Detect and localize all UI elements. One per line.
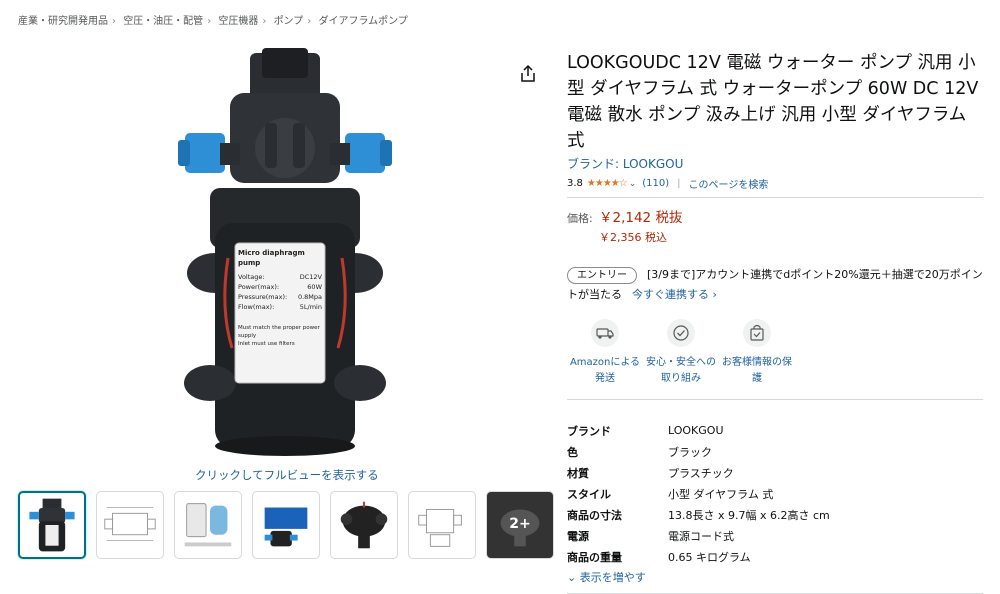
- spec-value: LOOKGOU: [668, 424, 724, 437]
- spec-value: 0.65 キログラム: [668, 550, 751, 564]
- label-pressure-val: 0.8Mpa: [297, 293, 322, 301]
- divider: [567, 399, 983, 400]
- label-title: Micro diaphragm pump: [238, 249, 305, 267]
- spec-row: 商品の重量 0.65 キログラム: [567, 546, 983, 567]
- spec-key: 材質: [567, 466, 589, 480]
- review-count-link[interactable]: (110): [642, 178, 669, 189]
- spec-value: ブラック: [668, 445, 712, 459]
- feature-label: Amazonによる発送: [569, 357, 641, 384]
- breadcrumb-item[interactable]: ポンプ: [274, 16, 304, 27]
- show-more-link[interactable]: ⌄ 表示を増やす: [567, 569, 983, 585]
- promo-link[interactable]: 今すぐ連携する ›: [632, 288, 717, 301]
- spec-key: 電源: [567, 529, 589, 543]
- price-value: ￥2,142 税抜: [599, 210, 683, 226]
- thumbnail-3[interactable]: [174, 491, 242, 559]
- thumbnail-5[interactable]: [330, 491, 398, 559]
- rating-row: 3.8 ★★★★☆ ⌄ (110) | このページを検索: [567, 176, 983, 191]
- breadcrumb-separator: ›: [307, 16, 312, 27]
- spec-value: 電源コード式: [668, 529, 734, 543]
- divider: [567, 197, 983, 198]
- chevron-down-icon: ⌄: [567, 571, 577, 584]
- spec-key: 商品の重量: [567, 550, 622, 564]
- spec-key: 色: [567, 445, 578, 459]
- fullview-link[interactable]: クリックしてフルビューを表示する: [195, 467, 379, 483]
- rating-value: 3.8: [567, 178, 583, 189]
- entry-button[interactable]: エントリー: [567, 267, 637, 284]
- search-page-link[interactable]: このページを検索: [689, 176, 769, 191]
- price-label: 価格:: [567, 212, 593, 225]
- spec-row: 色 ブラック: [567, 441, 983, 462]
- show-more-label: 表示を増やす: [579, 571, 646, 584]
- product-title: LOOKGOUDC 12V 電磁 ウォーター ポンプ 汎用 小型 ダイヤフラム …: [567, 53, 979, 151]
- spec-row: スタイル 小型 ダイヤフラム 式: [567, 483, 983, 504]
- spec-row: 電源 電源コード式: [567, 525, 983, 546]
- breadcrumb-item[interactable]: 空圧・油圧・配管: [123, 16, 203, 27]
- spec-row: 商品の寸法 13.8長さ x 9.7幅 x 6.2高さ cm: [567, 504, 983, 525]
- breadcrumb: 産業・研究開発用品 › 空圧・油圧・配管 › 空圧機器 › ポンプ › ダイアフラムポン…: [18, 12, 408, 27]
- label-note-2: Inlet must use filters: [238, 341, 295, 347]
- badge-check-icon: [667, 319, 695, 347]
- thumbnail-1[interactable]: [18, 491, 86, 559]
- thumbnail-strip: 2+: [18, 491, 554, 559]
- thumbnail-6[interactable]: [408, 491, 476, 559]
- label-note-1: Must match the proper power supply: [238, 325, 320, 339]
- label-voltage-key: Voltage:: [238, 273, 265, 281]
- breadcrumb-separator: ›: [112, 16, 116, 27]
- feature-label: 安心・安全への取り組み: [646, 357, 716, 384]
- chevron-down-icon[interactable]: ⌄: [629, 179, 637, 189]
- breadcrumb-item[interactable]: 空圧機器: [218, 16, 258, 27]
- price-incl-tax: ￥2,356 税込: [599, 231, 667, 244]
- feature-shipping[interactable]: Amazonによる発送: [567, 319, 643, 387]
- breadcrumb-item[interactable]: ダイアフラムポンプ: [318, 16, 407, 27]
- spec-key: 商品の寸法: [567, 508, 622, 522]
- spec-value: プラスチック: [668, 466, 734, 480]
- secure-bag-icon: [743, 319, 771, 347]
- spec-key: スタイル: [567, 487, 611, 501]
- breadcrumb-item[interactable]: 産業・研究開発用品: [18, 16, 108, 27]
- star-rating-icon[interactable]: ★★★★☆: [587, 178, 628, 189]
- brand-link[interactable]: ブランド: LOOKGOU: [567, 155, 983, 172]
- main-product-image[interactable]: Micro diaphragm pump Voltage: DC12V Power…: [150, 48, 400, 458]
- breadcrumb-separator: ›: [262, 16, 267, 27]
- feature-safety[interactable]: 安心・安全への取り組み: [643, 319, 719, 387]
- label-flow-key: Flow(max):: [238, 303, 275, 311]
- thumbnail-more[interactable]: 2+: [486, 491, 554, 559]
- label-flow-val: 5L/min: [299, 303, 322, 311]
- thumbnail-2[interactable]: [96, 491, 164, 559]
- feature-privacy[interactable]: お客様情報の保護: [719, 319, 795, 387]
- spec-table: ブランド LOOKGOU 色 ブラック 材質 プラスチック スタイル 小型 ダイヤフラム…: [567, 420, 983, 567]
- spec-row: ブランド LOOKGOU: [567, 420, 983, 441]
- label-power-key: Power(max):: [238, 283, 280, 291]
- spec-key: ブランド: [567, 424, 611, 438]
- pump-label: Micro diaphragm pump Voltage: DC12V Power…: [238, 248, 322, 348]
- feature-label: お客様情報の保護: [722, 357, 792, 384]
- spec-value: 13.8長さ x 9.7幅 x 6.2高さ cm: [668, 508, 830, 522]
- feature-icons: Amazonによる発送 安心・安全への取り組み お客様情報の保護: [567, 319, 983, 387]
- more-images-label: 2+: [509, 516, 531, 532]
- spec-value: 小型 ダイヤフラム 式: [668, 487, 774, 501]
- spec-row: 材質 プラスチック: [567, 462, 983, 483]
- label-voltage-val: DC12V: [299, 273, 322, 281]
- share-icon[interactable]: [518, 64, 538, 84]
- price-row: 価格: ￥2,142 税抜: [567, 206, 983, 226]
- breadcrumb-separator: ›: [207, 16, 212, 27]
- separator: |: [677, 178, 681, 189]
- label-power-val: 60W: [307, 283, 322, 291]
- promo-block: エントリー [3/9まで]アカウント連携でdポイント20%還元＋抽選で20万ポイン…: [567, 265, 983, 305]
- thumbnail-4[interactable]: [252, 491, 320, 559]
- label-pressure-key: Pressure(max):: [238, 293, 288, 301]
- product-info: LOOKGOUDC 12V 電磁 ウォーター ポンプ 汎用 小型 ダイヤフラム …: [567, 50, 983, 594]
- truck-icon: [591, 319, 619, 347]
